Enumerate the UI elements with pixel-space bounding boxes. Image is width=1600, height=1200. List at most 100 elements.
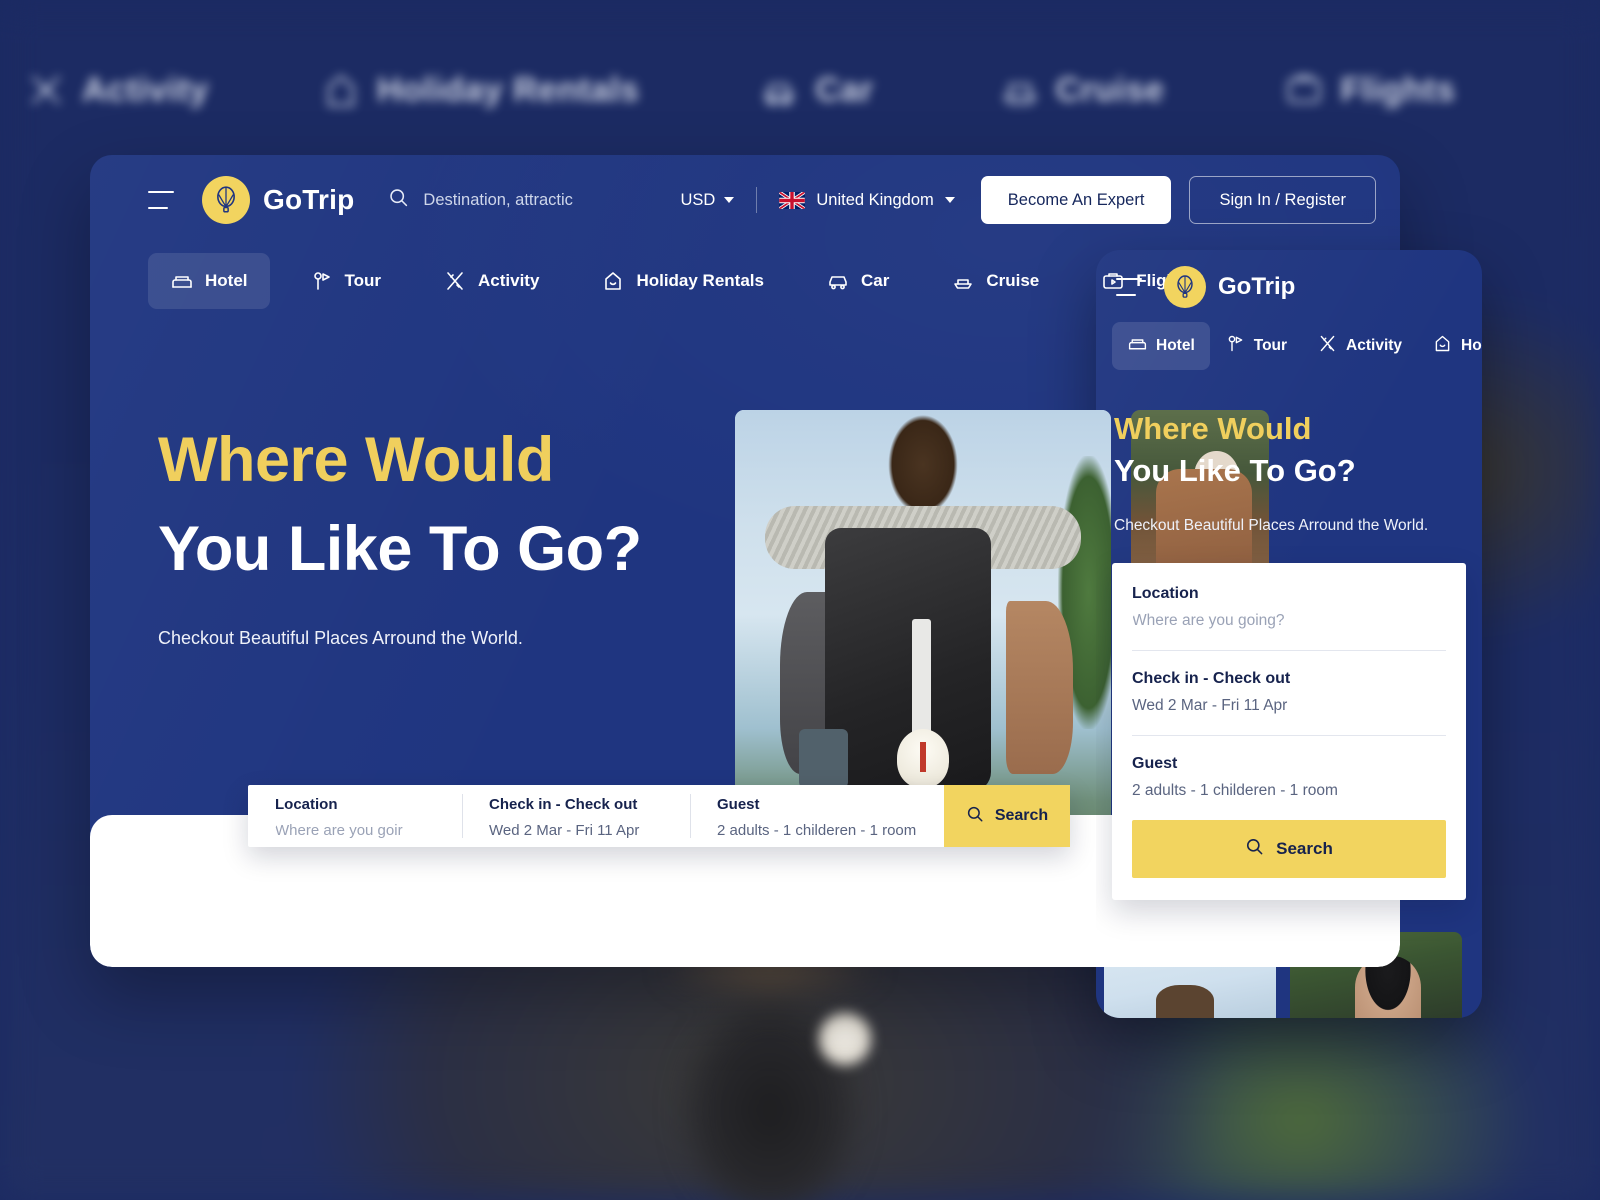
home-icon	[1432, 333, 1453, 359]
desktop-topbar: GoTrip USD	[90, 155, 1400, 245]
blurred-background-hiker	[560, 950, 980, 1200]
tab-tour[interactable]: Tour	[1210, 322, 1302, 370]
tab-tour[interactable]: Tour	[288, 253, 404, 309]
location-field[interactable]: Location Where are you goir	[248, 785, 462, 847]
guest-value: 2 adults - 1 childeren - 1 room	[1132, 782, 1338, 800]
dates-label: Check in - Check out	[1132, 670, 1291, 688]
dates-field[interactable]: Check in - Check out Wed 2 Mar - Fri 11 …	[1132, 651, 1446, 737]
tab-label: Hotel	[205, 271, 248, 290]
tab-label: Ho	[1461, 337, 1482, 354]
brand-name: GoTrip	[263, 184, 355, 215]
tab-label: Activity	[478, 271, 540, 290]
location-placeholder: Where are you going?	[1132, 612, 1285, 630]
uk-flag-icon	[779, 191, 806, 209]
background-nav-item-flights: Flights	[1284, 70, 1455, 110]
mobile-category-tabs: Hotel Tour Activity Ho	[1096, 322, 1482, 370]
country-label: United Kingdom	[816, 190, 934, 209]
search-button-label: Search	[1276, 839, 1333, 859]
sign-in-register-button[interactable]: Sign In / Register	[1189, 176, 1376, 224]
currency-label: USD	[680, 190, 716, 209]
map-pin-flag-icon	[1225, 333, 1246, 359]
guest-label: Guest	[1132, 755, 1178, 773]
search-button[interactable]: Search	[1132, 820, 1446, 879]
hamburger-icon[interactable]	[1116, 278, 1142, 296]
guest-label: Guest	[717, 796, 760, 813]
activity-icon	[443, 269, 467, 293]
search-button-label: Search	[994, 807, 1049, 824]
tab-holiday-rentals[interactable]: Ho	[1417, 322, 1482, 370]
brand-name: GoTrip	[1218, 273, 1296, 300]
map-pin-flag-icon	[310, 269, 334, 293]
hot-air-balloon-icon	[202, 176, 250, 224]
tab-activity[interactable]: Activity	[421, 253, 561, 309]
search-input[interactable]	[423, 190, 654, 210]
background-nav-label: Activity	[82, 70, 209, 109]
search-icon	[966, 805, 984, 828]
guest-field[interactable]: Guest 2 adults - 1 childeren - 1 room	[690, 785, 944, 847]
cruise-icon	[1000, 70, 1040, 110]
activity-icon	[1317, 333, 1338, 359]
hamburger-icon[interactable]	[148, 191, 174, 209]
currency-selector[interactable]: USD	[681, 191, 735, 210]
location-placeholder: Where are you goir	[275, 822, 403, 839]
bed-icon	[1127, 333, 1148, 359]
hot-air-balloon-icon	[1164, 266, 1206, 308]
chevron-down-icon	[724, 197, 735, 203]
tab-car[interactable]: Car	[804, 253, 911, 309]
car-icon	[826, 269, 850, 293]
sign-in-register-label: Sign In / Register	[1219, 190, 1346, 209]
mobile-topbar: GoTrip	[1096, 250, 1482, 308]
desktop-topbar-right: USD United Kingdom Become An Expert Sign…	[681, 176, 1376, 224]
desktop-search[interactable]	[388, 187, 678, 213]
dates-field[interactable]: Check in - Check out Wed 2 Mar - Fri 11 …	[462, 785, 690, 847]
tab-hotel[interactable]: Hotel	[148, 253, 270, 309]
tab-holiday-rentals[interactable]: Holiday Rentals	[579, 253, 786, 309]
mobile-hero: Where Would You Like To Go? Checkout Bea…	[1096, 370, 1482, 535]
tab-label: Tour	[344, 271, 382, 290]
dates-value: Wed 2 Mar - Fri 11 Apr	[489, 822, 640, 839]
dates-label: Check in - Check out	[489, 796, 638, 813]
tab-hotel[interactable]: Hotel	[1112, 322, 1210, 370]
search-icon	[1245, 837, 1264, 861]
activity-icon	[26, 70, 66, 110]
tab-activity[interactable]: Activity	[1302, 322, 1417, 370]
flights-icon	[1284, 70, 1324, 110]
search-icon	[388, 187, 409, 213]
tab-label: Car	[860, 271, 890, 290]
brand-logo[interactable]: GoTrip	[202, 176, 354, 224]
background-nav-strip: Activity Holiday Rentals Car Cruise Flig…	[0, 48, 1600, 132]
tab-label: Tour	[1253, 337, 1288, 354]
location-field[interactable]: Location Where are you going?	[1132, 585, 1446, 652]
background-nav-label: Holiday Rentals	[376, 70, 640, 109]
become-an-expert-label: Become An Expert	[1007, 190, 1145, 209]
background-nav-label: Car	[815, 70, 874, 109]
search-button[interactable]: Search	[944, 785, 1070, 847]
chevron-down-icon	[944, 197, 955, 203]
tab-label: Holiday Rentals	[636, 271, 764, 290]
hero-subtitle: Checkout Beautiful Places Arround the Wo…	[1114, 517, 1429, 535]
background-nav-label: Flights	[1340, 70, 1456, 109]
hero-headline-white: You Like To Go?	[1114, 453, 1356, 489]
tab-label: Hotel	[1156, 337, 1195, 354]
location-label: Location	[275, 796, 338, 813]
mobile-search-card: Location Where are you going? Check in -…	[1112, 563, 1466, 901]
desktop-search-bar: Location Where are you goir Check in - C…	[248, 785, 1070, 847]
home-icon	[601, 269, 625, 293]
become-an-expert-button[interactable]: Become An Expert	[980, 176, 1172, 224]
bed-icon	[170, 269, 194, 293]
tab-cruise[interactable]: Cruise	[929, 253, 1061, 309]
country-selector[interactable]: United Kingdom	[779, 190, 955, 210]
car-icon	[759, 70, 799, 110]
location-label: Location	[1132, 585, 1199, 603]
background-nav-label: Cruise	[1055, 70, 1165, 109]
divider	[756, 187, 758, 213]
cruise-icon	[951, 269, 975, 293]
blurred-background-shell	[818, 1010, 872, 1068]
dates-value: Wed 2 Mar - Fri 11 Apr	[1132, 697, 1288, 715]
background-nav-item-car: Car	[759, 70, 873, 110]
guest-field[interactable]: Guest 2 adults - 1 childeren - 1 room	[1132, 736, 1446, 814]
tab-label: Cruise	[986, 271, 1040, 290]
tab-label: Activity	[1346, 337, 1403, 354]
background-nav-item-cruise: Cruise	[1000, 70, 1165, 110]
background-nav-item-activity: Activity	[26, 70, 209, 110]
